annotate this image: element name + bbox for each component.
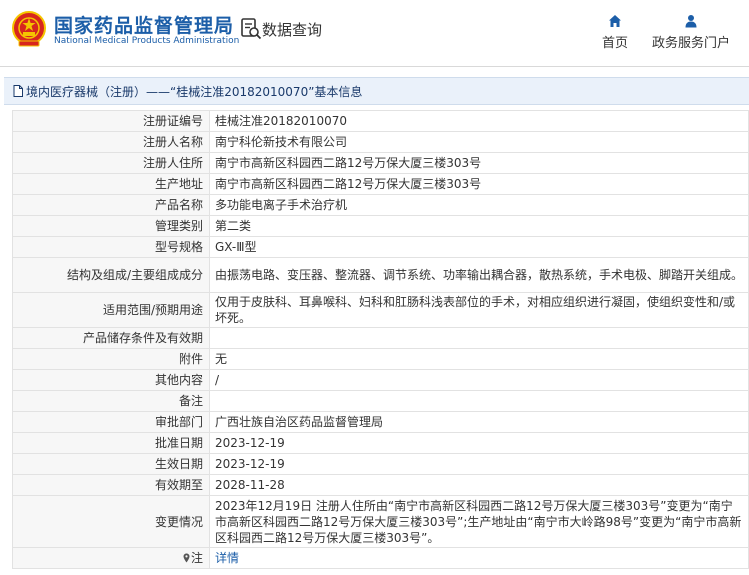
field-label: 注册人名称 [12,131,210,153]
field-label: 注册人住所 [12,152,210,174]
header-divider [0,66,749,67]
field-label: 生效日期 [12,453,210,475]
field-value [209,390,749,412]
table-row: 结构及组成/主要组成成分 由振荡电路、变压器、整流器、调节系统、功率输出耦合器，… [12,257,749,293]
field-value: 2023-12-19 [209,432,749,454]
field-label: 型号规格 [12,236,210,258]
table-row: 产品名称 多功能电离子手术治疗机 [12,194,749,216]
table-row: 适用范围/预期用途 仅用于皮肤科、耳鼻喉科、妇科和肛肠科浅表部位的手术，对相应组… [12,292,749,328]
field-value: 2023年12月19日 注册人住所由“南宁市高新区科园西二路12号万保大厦三楼3… [209,495,749,548]
org-name-en[interactable]: National Medical Products Administration [54,36,239,46]
table-row: 注册人名称 南宁科伦新技术有限公司 [12,131,749,153]
field-label: 变更情况 [12,495,210,548]
field-value: 仅用于皮肤科、耳鼻喉科、妇科和肛肠科浅表部位的手术，对相应组织进行凝固，使组织变… [209,292,749,328]
field-value: 2023-12-19 [209,453,749,475]
field-label: 注册证编号 [12,110,210,132]
field-value: 无 [209,348,749,370]
field-value: GX-Ⅲ型 [209,236,749,258]
field-label: 附件 [12,348,210,370]
field-value: 多功能电离子手术治疗机 [209,194,749,216]
table-row: 型号规格 GX-Ⅲ型 [12,236,749,258]
home-icon [609,15,621,27]
table-row: 生效日期 2023-12-19 [12,453,749,475]
field-label: 其他内容 [12,369,210,391]
table-row: 注 详情 [12,547,749,569]
site-header: 国家药品监督管理局 National Medical Products Admi… [0,0,749,66]
field-label: 批准日期 [12,432,210,454]
org-name-cn[interactable]: 国家药品监督管理局 [54,11,234,38]
table-row: 变更情况 2023年12月19日 注册人住所由“南宁市高新区科园西二路12号万保… [12,495,749,548]
data-search-link[interactable]: 数据查询 [262,19,322,40]
nav-home-label: 首页 [601,36,628,51]
nav-gov-services[interactable]: 政务服务门户 [651,14,731,51]
field-label: 适用范围/预期用途 [12,292,210,328]
field-value: 由振荡电路、变压器、整流器、调节系统、功率输出耦合器，散热系统，手术电极、脚踏开… [209,257,749,293]
field-label: 生产地址 [12,173,210,195]
field-label: 备注 [12,390,210,412]
field-value: 第二类 [209,215,749,237]
field-value: / [209,369,749,391]
location-pin-icon [183,553,190,563]
table-row: 产品储存条件及有效期 [12,327,749,349]
table-row: 备注 [12,390,749,412]
table-row: 管理类别 第二类 [12,215,749,237]
note-value-cell: 详情 [209,547,749,569]
field-value: 2028-11-28 [209,474,749,496]
field-value: 桂械注准20182010070 [209,110,749,132]
table-row: 注册人住所 南宁市高新区科园西二路12号万保大厦三楼303号 [12,152,749,174]
breadcrumb-text: 境内医疗器械（注册）——“桂械注准20182010070”基本信息 [26,85,363,99]
table-row: 批准日期 2023-12-19 [12,432,749,454]
breadcrumb: 境内医疗器械（注册）——“桂械注准20182010070”基本信息 [4,77,749,105]
table-row: 有效期至 2028-11-28 [12,474,749,496]
table-row: 其他内容 / [12,369,749,391]
field-label: 管理类别 [12,215,210,237]
field-label: 有效期至 [12,474,210,496]
nav-gov-services-label: 政务服务门户 [651,36,730,51]
device-info-table: 注册证编号 桂械注准20182010070 注册人名称 南宁科伦新技术有限公司 … [12,110,749,569]
document-icon [13,85,23,97]
field-label: 产品储存条件及有效期 [12,327,210,349]
field-value: 南宁科伦新技术有限公司 [209,131,749,153]
table-row: 审批部门 广西壮族自治区药品监督管理局 [12,411,749,433]
national-emblem-icon [12,11,46,47]
user-icon [685,15,697,28]
table-row: 附件 无 [12,348,749,370]
field-value: 广西壮族自治区药品监督管理局 [209,411,749,433]
field-label: 注 [190,551,203,565]
nav-home[interactable]: 首页 [575,14,655,51]
field-label: 结构及组成/主要组成成分 [12,257,210,293]
field-label: 产品名称 [12,194,210,216]
table-row: 生产地址 南宁市高新区科园西二路12号万保大厦三楼303号 [12,173,749,195]
field-value [209,327,749,349]
data-search-icon[interactable] [240,17,262,41]
field-value: 南宁市高新区科园西二路12号万保大厦三楼303号 [209,152,749,174]
note-label-cell: 注 [12,547,210,569]
details-link[interactable]: 详情 [215,551,239,565]
field-value: 南宁市高新区科园西二路12号万保大厦三楼303号 [209,173,749,195]
table-row: 注册证编号 桂械注准20182010070 [12,110,749,132]
field-label: 审批部门 [12,411,210,433]
